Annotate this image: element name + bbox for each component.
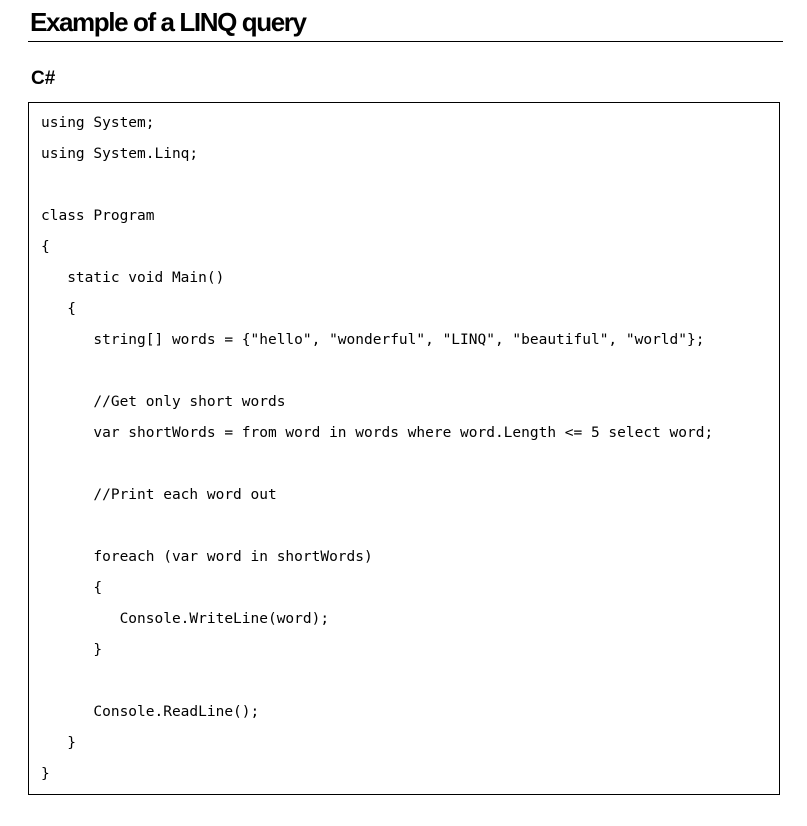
- code-line: Console.WriteLine(word);: [41, 611, 330, 627]
- code-line: var shortWords = from word in words wher…: [41, 425, 714, 441]
- code-line: //Print each word out: [41, 487, 277, 503]
- code-line: foreach (var word in shortWords): [41, 549, 373, 565]
- code-line: }: [41, 735, 76, 751]
- code-line: using System;: [41, 115, 155, 131]
- code-line: string[] words = {"hello", "wonderful", …: [41, 332, 705, 348]
- code-line: {: [41, 580, 103, 596]
- code-line: {: [41, 301, 76, 317]
- code-line: using System.Linq;: [41, 146, 199, 162]
- code-block: using System; using System.Linq; class P…: [28, 102, 780, 795]
- code-line: {: [41, 239, 50, 255]
- code-line: }: [41, 766, 50, 782]
- code-line: class Program: [41, 208, 155, 224]
- code-line: }: [41, 642, 103, 658]
- code-line: //Get only short words: [41, 394, 286, 410]
- page-title: Example of a LINQ query: [30, 7, 307, 37]
- title-divider: [28, 41, 783, 42]
- code-line: Console.ReadLine();: [41, 704, 260, 720]
- section-heading: C#: [31, 68, 56, 89]
- code-line: static void Main(): [41, 270, 225, 286]
